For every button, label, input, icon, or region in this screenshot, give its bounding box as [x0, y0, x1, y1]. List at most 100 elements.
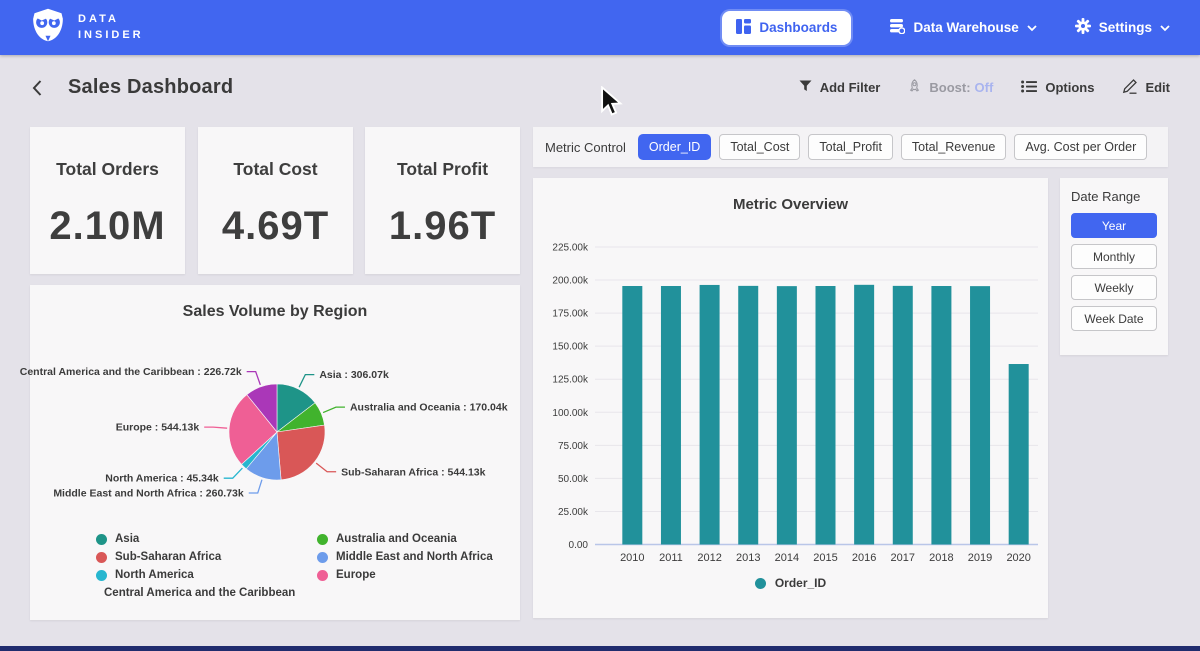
- top-navbar: DATA INSIDER Dashboards: [0, 0, 1200, 55]
- kpi-label: Total Profit: [365, 159, 520, 180]
- kpi-card-total-cost: Total Cost 4.69T: [198, 127, 353, 274]
- metric-control-bar: Metric Control Order_ID Total_Cost Total_P…: [533, 127, 1168, 167]
- svg-text:2015: 2015: [813, 552, 837, 564]
- legend-dot: [96, 570, 107, 581]
- svg-text:Sub-Saharan Africa : 544.13k: Sub-Saharan Africa : 544.13k: [341, 466, 485, 478]
- data-warehouse-menu[interactable]: Data Warehouse: [889, 18, 1036, 37]
- pie-legend-item-central-america-and-the-caribbean[interactable]: Central America and the Caribbean: [96, 584, 281, 602]
- add-filter-button[interactable]: Add Filter: [799, 80, 881, 95]
- kpi-card-total-profit: Total Profit 1.96T: [365, 127, 520, 274]
- metric-option-total-cost[interactable]: Total_Cost: [719, 134, 800, 160]
- svg-text:Australia and Oceania : 170.04: Australia and Oceania : 170.04k: [350, 402, 508, 414]
- legend-dot: [96, 552, 107, 563]
- legend-label: North America: [115, 569, 194, 581]
- legend-label: Asia: [115, 533, 139, 545]
- svg-text:Asia : 306.07k: Asia : 306.07k: [319, 369, 389, 381]
- legend-dot: [317, 552, 328, 563]
- funnel-icon: [799, 80, 812, 95]
- svg-text:Europe : 544.13k: Europe : 544.13k: [116, 422, 200, 434]
- svg-text:2013: 2013: [736, 552, 760, 564]
- svg-text:2012: 2012: [697, 552, 721, 564]
- svg-text:150.00k: 150.00k: [552, 342, 589, 353]
- pie-legend-item-middle-east-and-north-africa[interactable]: Middle East and North Africa: [317, 548, 502, 566]
- kpi-value: 1.96T: [365, 204, 520, 249]
- date-range-panel: Date Range Year Monthly Weekly Week Date: [1060, 178, 1168, 355]
- options-button[interactable]: Options: [1021, 80, 1094, 96]
- svg-text:2014: 2014: [775, 552, 799, 564]
- svg-text:2016: 2016: [852, 552, 876, 564]
- metric-option-total-profit[interactable]: Total_Profit: [808, 134, 893, 160]
- brand-logo[interactable]: DATA INSIDER: [30, 7, 144, 48]
- settings-menu[interactable]: Settings: [1075, 18, 1170, 37]
- chevron-down-icon: [1027, 20, 1037, 35]
- legend-label: Sub-Saharan Africa: [115, 551, 221, 563]
- page-title: Sales Dashboard: [68, 76, 233, 99]
- dashboard-header: Sales Dashboard Add Filter Boost: Off: [0, 55, 1200, 120]
- svg-text:2020: 2020: [1006, 552, 1030, 564]
- metric-option-order-id[interactable]: Order_ID: [638, 134, 711, 160]
- legend-label: Middle East and North Africa: [336, 551, 493, 563]
- chevron-down-icon: [1160, 20, 1170, 35]
- legend-dot: [96, 534, 107, 545]
- edit-button[interactable]: Edit: [1122, 79, 1170, 97]
- svg-text:2011: 2011: [659, 552, 683, 564]
- pie-legend-item-asia[interactable]: Asia: [96, 530, 281, 548]
- bottom-strip: [0, 646, 1200, 651]
- rocket-icon: [908, 79, 921, 96]
- kpi-card-total-orders: Total Orders 2.10M: [30, 127, 185, 274]
- svg-text:75.00k: 75.00k: [558, 441, 589, 452]
- svg-text:2010: 2010: [620, 552, 644, 564]
- date-option-week-date[interactable]: Week Date: [1071, 306, 1157, 331]
- metric-option-avg-cost-per-order[interactable]: Avg. Cost per Order: [1014, 134, 1147, 160]
- legend-dot: [317, 570, 328, 581]
- date-option-year[interactable]: Year: [1071, 213, 1157, 238]
- legend-label: Order_ID: [775, 576, 826, 590]
- metric-option-total-revenue[interactable]: Total_Revenue: [901, 134, 1006, 160]
- svg-text:225.00k: 225.00k: [552, 243, 589, 254]
- pie-legend-item-australia-and-oceania[interactable]: Australia and Oceania: [317, 530, 502, 548]
- dashboards-button[interactable]: Dashboards: [722, 11, 851, 45]
- bar-chart: 0.0025.00k50.00k75.00k100.00k125.00k150.…: [533, 233, 1048, 573]
- svg-text:200.00k: 200.00k: [552, 276, 589, 287]
- legend-dot: [317, 534, 328, 545]
- boost-toggle[interactable]: Boost: Off: [908, 79, 993, 96]
- legend-label: Central America and the Caribbean: [104, 587, 295, 599]
- date-range-options: Year Monthly Weekly Week Date: [1071, 213, 1157, 331]
- kpi-label: Total Orders: [30, 159, 185, 180]
- legend-label: Australia and Oceania: [336, 533, 457, 545]
- legend-dot: [755, 578, 766, 589]
- kpi-label: Total Cost: [198, 159, 353, 180]
- legend-label: Europe: [336, 569, 376, 581]
- pencil-icon: [1122, 79, 1137, 97]
- sales-dashboard-page: DATA INSIDER Dashboards: [0, 0, 1200, 651]
- pie-chart-legend: Asia Sub-Saharan Africa North America Centr…: [96, 530, 502, 602]
- date-option-weekly[interactable]: Weekly: [1071, 275, 1157, 300]
- bar-chart-legend: Order_ID: [533, 576, 1048, 590]
- svg-text:2017: 2017: [891, 552, 915, 564]
- dashboards-grid-icon: [736, 19, 751, 37]
- svg-text:Middle East and North Africa :: Middle East and North Africa : 260.73k: [53, 488, 244, 500]
- svg-text:0.00: 0.00: [569, 540, 589, 551]
- svg-text:North America : 45.34k: North America : 45.34k: [105, 473, 219, 485]
- database-icon: [889, 18, 905, 37]
- pie-legend-item-europe[interactable]: Europe: [317, 566, 502, 584]
- date-option-monthly[interactable]: Monthly: [1071, 244, 1157, 269]
- back-button[interactable]: [30, 80, 44, 96]
- sales-volume-panel: Sales Volume by Region Asia : 306.07k Aus…: [30, 285, 520, 620]
- pie-legend-item-north-america[interactable]: North America: [96, 566, 281, 584]
- svg-text:25.00k: 25.00k: [558, 507, 589, 518]
- pie-chart-title: Sales Volume by Region: [30, 303, 520, 321]
- svg-text:50.00k: 50.00k: [558, 474, 589, 485]
- metric-overview-panel: Metric Overview 0.0025.00k50.00k75.00k10…: [533, 178, 1048, 618]
- date-range-label: Date Range: [1071, 189, 1157, 204]
- list-icon: [1021, 80, 1037, 96]
- metric-control-label: Metric Control: [545, 140, 626, 155]
- svg-text:125.00k: 125.00k: [552, 375, 589, 386]
- svg-text:2019: 2019: [968, 552, 992, 564]
- metric-control-options: Order_ID Total_Cost Total_Profit Total_Reve…: [638, 134, 1155, 160]
- gear-icon: [1075, 18, 1091, 37]
- svg-text:175.00k: 175.00k: [552, 309, 589, 320]
- svg-text:Central America and the Caribb: Central America and the Caribbean : 226.…: [20, 366, 242, 378]
- owl-logo-icon: [30, 7, 66, 48]
- pie-legend-item-sub-saharan-africa[interactable]: Sub-Saharan Africa: [96, 548, 281, 566]
